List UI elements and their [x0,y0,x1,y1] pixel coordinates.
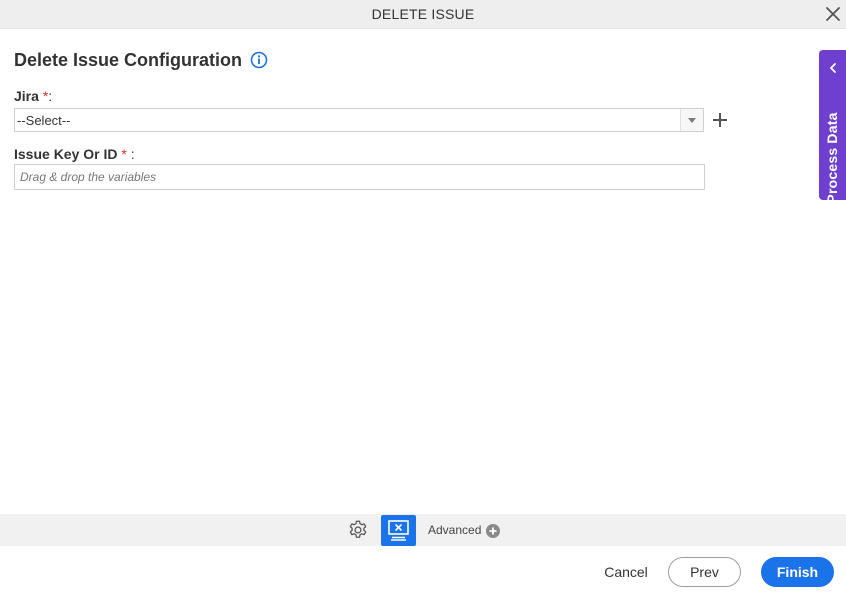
issue-key-label-text: Issue Key Or ID [14,146,118,162]
dialog-titlebar: DELETE ISSUE [0,0,846,29]
issue-key-label-colon: : [130,146,135,162]
monitor-icon [388,520,409,541]
chevron-down-icon[interactable] [680,109,703,131]
cancel-button[interactable]: Cancel [596,558,656,586]
prev-button[interactable]: Prev [668,557,741,587]
jira-select[interactable]: --Select-- [14,108,704,132]
bottom-toolbar [0,514,846,546]
finish-button[interactable]: Finish [761,557,834,587]
jira-label-colon: : [48,88,53,104]
page-title: Delete Issue Configuration [14,49,243,70]
dialog-title: DELETE ISSUE [371,6,475,22]
page-heading: Delete Issue Configuration [14,48,268,72]
add-jira-connection-button[interactable] [711,111,729,129]
info-icon[interactable] [250,51,268,69]
plus-icon [713,113,727,127]
gear-icon[interactable] [347,519,369,541]
jira-select-value: --Select-- [17,113,71,128]
required-marker: * [121,146,127,162]
monitor-button[interactable] [381,515,416,546]
issue-key-input[interactable] [14,164,705,190]
process-data-label: Process Data [824,112,840,200]
process-data-tab[interactable]: Process Data [819,50,846,200]
jira-label-text: Jira [14,88,39,104]
jira-label: Jira *: [14,88,52,104]
plus-circle-icon[interactable] [486,524,500,538]
issue-key-label: Issue Key Or ID * : [14,146,135,162]
advanced-label[interactable]: Advanced [428,523,481,537]
chevron-left-icon [830,63,836,73]
close-icon[interactable] [823,4,843,24]
